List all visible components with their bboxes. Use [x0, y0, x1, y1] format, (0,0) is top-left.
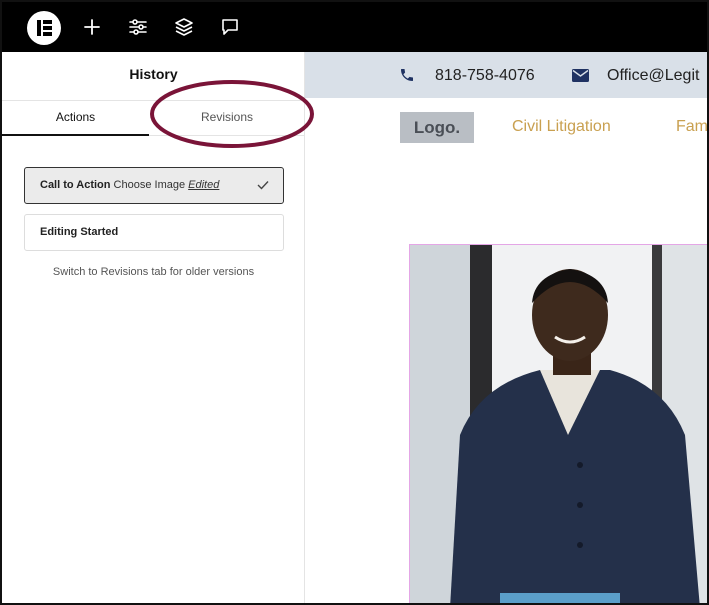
tab-actions[interactable]: Actions: [2, 101, 149, 136]
contact-bar: 818-758-4076 Office@Legit: [305, 52, 707, 98]
top-toolbar: [2, 2, 707, 52]
app-frame: History Actions Revisions Call to Action…: [0, 0, 709, 605]
nav-link-civil-litigation[interactable]: Civil Litigation: [512, 118, 611, 136]
history-item-editing-started[interactable]: Editing Started: [24, 214, 284, 251]
history-item-title: Editing Started: [40, 226, 119, 238]
envelope-icon: [572, 69, 589, 82]
history-item-current[interactable]: Call to Action Choose Image Edited: [24, 167, 284, 204]
annotation-circle: [150, 80, 314, 148]
history-item-status: Edited: [188, 179, 220, 191]
page-preview: 818-758-4076 Office@Legit Logo. Civil Li…: [305, 52, 707, 603]
site-nav: Logo. Civil Litigation Fam: [305, 98, 707, 158]
phone-icon: [401, 69, 413, 81]
revisions-hint: Switch to Revisions tab for older versio…: [52, 266, 255, 278]
check-icon: [257, 181, 269, 190]
portrait-photo: [410, 245, 707, 603]
site-logo[interactable]: Logo.: [400, 112, 474, 143]
plus-icon[interactable]: [80, 15, 104, 39]
comment-icon[interactable]: [218, 15, 242, 39]
sliders-icon[interactable]: [126, 15, 150, 39]
history-item-action: Choose Image: [113, 179, 186, 191]
layers-icon[interactable]: [172, 15, 196, 39]
elementor-logo-icon[interactable]: [27, 11, 61, 45]
phone-number[interactable]: 818-758-4076: [435, 67, 535, 85]
nav-link-family[interactable]: Fam: [676, 118, 707, 136]
email-address[interactable]: Office@Legit: [607, 67, 699, 85]
cta-image[interactable]: [409, 244, 707, 603]
history-item-title: Call to Action: [40, 179, 111, 191]
